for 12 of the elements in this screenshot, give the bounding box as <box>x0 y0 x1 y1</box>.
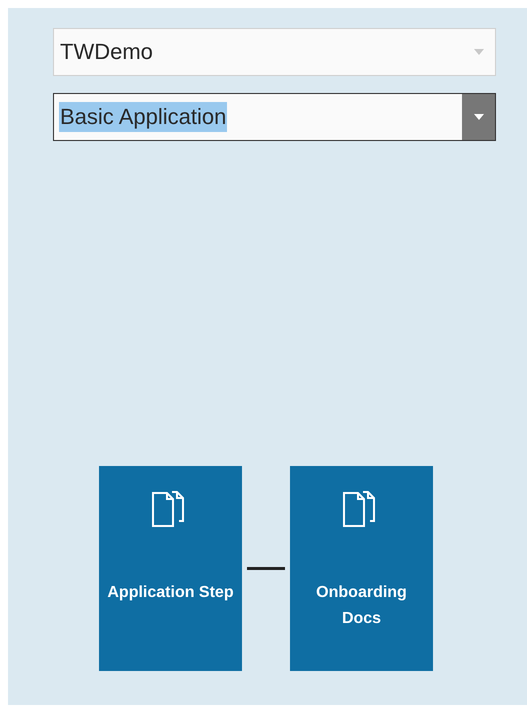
step-card[interactable]: Application Step <box>99 466 242 671</box>
caret-icon <box>474 49 484 55</box>
dropdown-value: Basic Application <box>59 102 228 132</box>
caret-icon <box>474 114 484 120</box>
step-card[interactable]: Onboarding Docs <box>290 466 433 671</box>
step-label: Application Step <box>106 583 235 603</box>
dropdown[interactable]: Basic Application <box>53 93 496 141</box>
dropdown-value: TWDemo <box>59 38 154 66</box>
step-label: Onboarding Docs <box>315 583 408 629</box>
connector-line <box>247 567 285 570</box>
dropdown[interactable]: TWDemo <box>53 28 496 76</box>
dropdown-toggle[interactable] <box>462 94 495 140</box>
